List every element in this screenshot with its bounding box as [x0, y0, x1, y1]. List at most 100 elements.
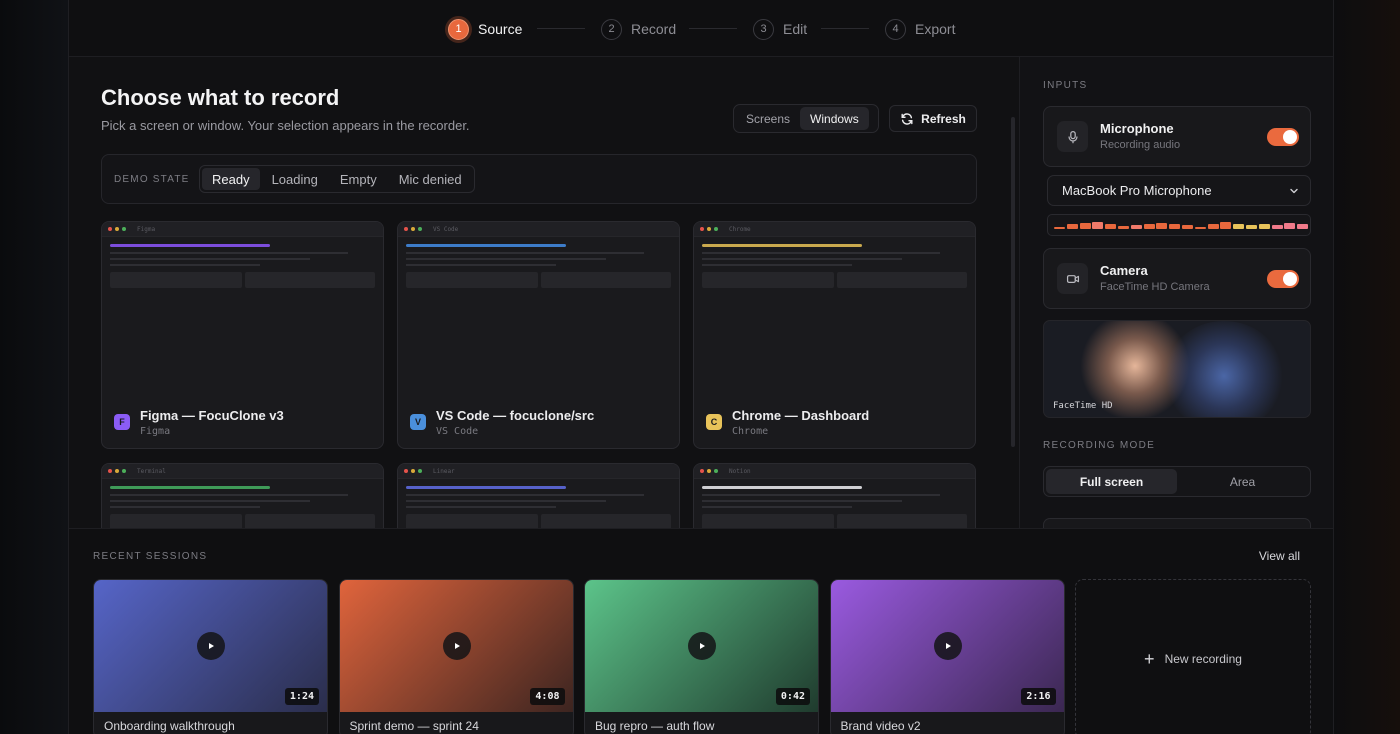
- maximize-dot: [122, 469, 126, 473]
- window-app: Figma: [140, 426, 171, 437]
- meter-bar: [1130, 225, 1142, 229]
- session-duration: 4:08: [530, 688, 565, 705]
- step-label: Record: [631, 21, 677, 37]
- window-titlebar: Terminal: [102, 464, 383, 479]
- window-card[interactable]: Terminal: [101, 463, 384, 531]
- camera-preview: FaceTime HD: [1043, 320, 1311, 418]
- meter-bar: [1118, 226, 1129, 229]
- close-dot: [108, 469, 112, 473]
- app-badge: V: [410, 414, 426, 430]
- meter-bar: [1284, 223, 1296, 229]
- window-titlebar: Chrome: [694, 222, 975, 237]
- thumbnail-line: [702, 264, 852, 266]
- thumbnail-block: [541, 272, 671, 288]
- window-bar-name: Terminal: [137, 467, 166, 475]
- step-number: 4: [885, 18, 906, 40]
- meter-bar: [1054, 227, 1065, 229]
- session-card[interactable]: 4:08 Sprint demo — sprint 24: [338, 579, 574, 734]
- window-card[interactable]: Chrome C Chrome — Dashboard Chrome: [693, 221, 976, 449]
- session-card[interactable]: 1:24 Onboarding walkthrough: [93, 579, 328, 734]
- demo-tab-loading[interactable]: Loading: [262, 168, 328, 190]
- minimize-dot: [115, 227, 119, 231]
- step-connector: [821, 28, 869, 29]
- mode-area[interactable]: Area: [1177, 469, 1308, 494]
- microphone-device-value: MacBook Pro Microphone: [1062, 183, 1212, 198]
- step-number: 2: [601, 18, 622, 40]
- minimize-dot: [115, 469, 119, 473]
- step-record[interactable]: 2 Record: [601, 17, 676, 41]
- thumbnail-line: [406, 264, 556, 266]
- play-button[interactable]: [688, 632, 716, 660]
- meter-bar: [1233, 224, 1245, 229]
- window-titlebar: VS Code: [398, 222, 679, 237]
- microphone-card: Microphone Recording audio: [1043, 106, 1311, 167]
- recording-mode-toggle: Full screen Area: [1043, 466, 1311, 497]
- thumbnail-block: [837, 272, 967, 288]
- preview-blur-cool: [1164, 321, 1284, 417]
- demo-tab-ready[interactable]: Ready: [202, 168, 260, 190]
- refresh-icon: [901, 112, 913, 125]
- microphone-toggle[interactable]: [1267, 128, 1299, 146]
- microphone-name: Microphone: [1100, 121, 1174, 136]
- plus-icon: +: [1144, 648, 1155, 669]
- minimize-dot: [411, 469, 415, 473]
- recent-sessions-title: RECENT SESSIONS: [93, 551, 208, 562]
- play-button[interactable]: [933, 632, 962, 660]
- thumbnail-line: [110, 494, 348, 496]
- window-card[interactable]: Notion: [693, 463, 976, 531]
- window-titlebar: Linear: [398, 464, 679, 479]
- thumbnail-accent: [702, 486, 862, 489]
- meter-bar: [1246, 225, 1257, 229]
- refresh-button[interactable]: Refresh: [889, 105, 977, 132]
- meter-bar: [1271, 225, 1283, 229]
- camera-toggle[interactable]: [1267, 270, 1299, 288]
- meter-bar: [1194, 227, 1206, 229]
- window-card[interactable]: Linear: [397, 463, 680, 531]
- demo-tab-mic-denied[interactable]: Mic denied: [389, 168, 472, 190]
- mode-full-screen[interactable]: Full screen: [1046, 469, 1177, 494]
- session-duration: 1:24: [284, 688, 319, 705]
- step-export[interactable]: 4 Export: [885, 17, 955, 41]
- session-card[interactable]: 0:42 Bug repro — auth flow: [584, 579, 819, 734]
- step-source[interactable]: 1 Source: [448, 17, 522, 41]
- window-card[interactable]: VS Code V VS Code — focuclone/src VS Code: [397, 221, 680, 449]
- toggle-knob: [1283, 130, 1297, 144]
- thumbnail-block: [245, 272, 375, 288]
- camera-preview-caption: FaceTime HD: [1053, 401, 1113, 411]
- microphone-device-select[interactable]: MacBook Pro Microphone: [1047, 175, 1311, 206]
- thumbnail-block: [406, 272, 538, 288]
- session-name: Sprint demo — sprint 24: [349, 719, 479, 733]
- play-button[interactable]: [442, 632, 471, 660]
- thumbnail-line: [406, 252, 644, 254]
- play-button[interactable]: [197, 632, 225, 660]
- session-duration: 2:16: [1021, 688, 1056, 705]
- thumbnail-line: [110, 264, 260, 266]
- recording-mode-label: RECORDING MODE: [1043, 440, 1156, 451]
- screens-option[interactable]: Screens: [736, 107, 800, 130]
- close-dot: [108, 227, 112, 231]
- windows-option[interactable]: Windows: [800, 107, 869, 130]
- thumbnail-line: [702, 252, 940, 254]
- recorder-app: 1 Source 2 Record 3 Edit 4 Export Choose…: [68, 0, 1334, 734]
- window-titlebar: Notion: [694, 464, 975, 479]
- app-badge: F: [114, 414, 130, 430]
- meter-bar: [1105, 224, 1117, 229]
- step-edit[interactable]: 3 Edit: [753, 17, 807, 41]
- camera-card: Camera FaceTime HD Camera: [1043, 248, 1311, 309]
- camera-icon: [1057, 263, 1088, 294]
- step-connector: [689, 28, 737, 29]
- demo-tab-empty[interactable]: Empty: [330, 168, 387, 190]
- maximize-dot: [418, 469, 422, 473]
- thumbnail-line: [702, 500, 902, 502]
- new-recording-button[interactable]: + New recording: [1075, 579, 1311, 734]
- session-card[interactable]: 2:16 Brand video v2: [829, 579, 1065, 734]
- step-label: Edit: [783, 21, 808, 37]
- meter-bar: [1169, 224, 1181, 229]
- scrollbar[interactable]: [1011, 117, 1015, 447]
- window-card[interactable]: Figma F Figma — FocuClone v3 Figma: [101, 221, 384, 449]
- thumbnail-line: [702, 506, 852, 508]
- source-picker: Choose what to record Pick a screen or w…: [69, 57, 1019, 531]
- window-info: F Figma — FocuClone v3 Figma: [114, 408, 284, 437]
- step-number: 3: [753, 18, 774, 40]
- view-all-link[interactable]: View all: [1259, 549, 1300, 563]
